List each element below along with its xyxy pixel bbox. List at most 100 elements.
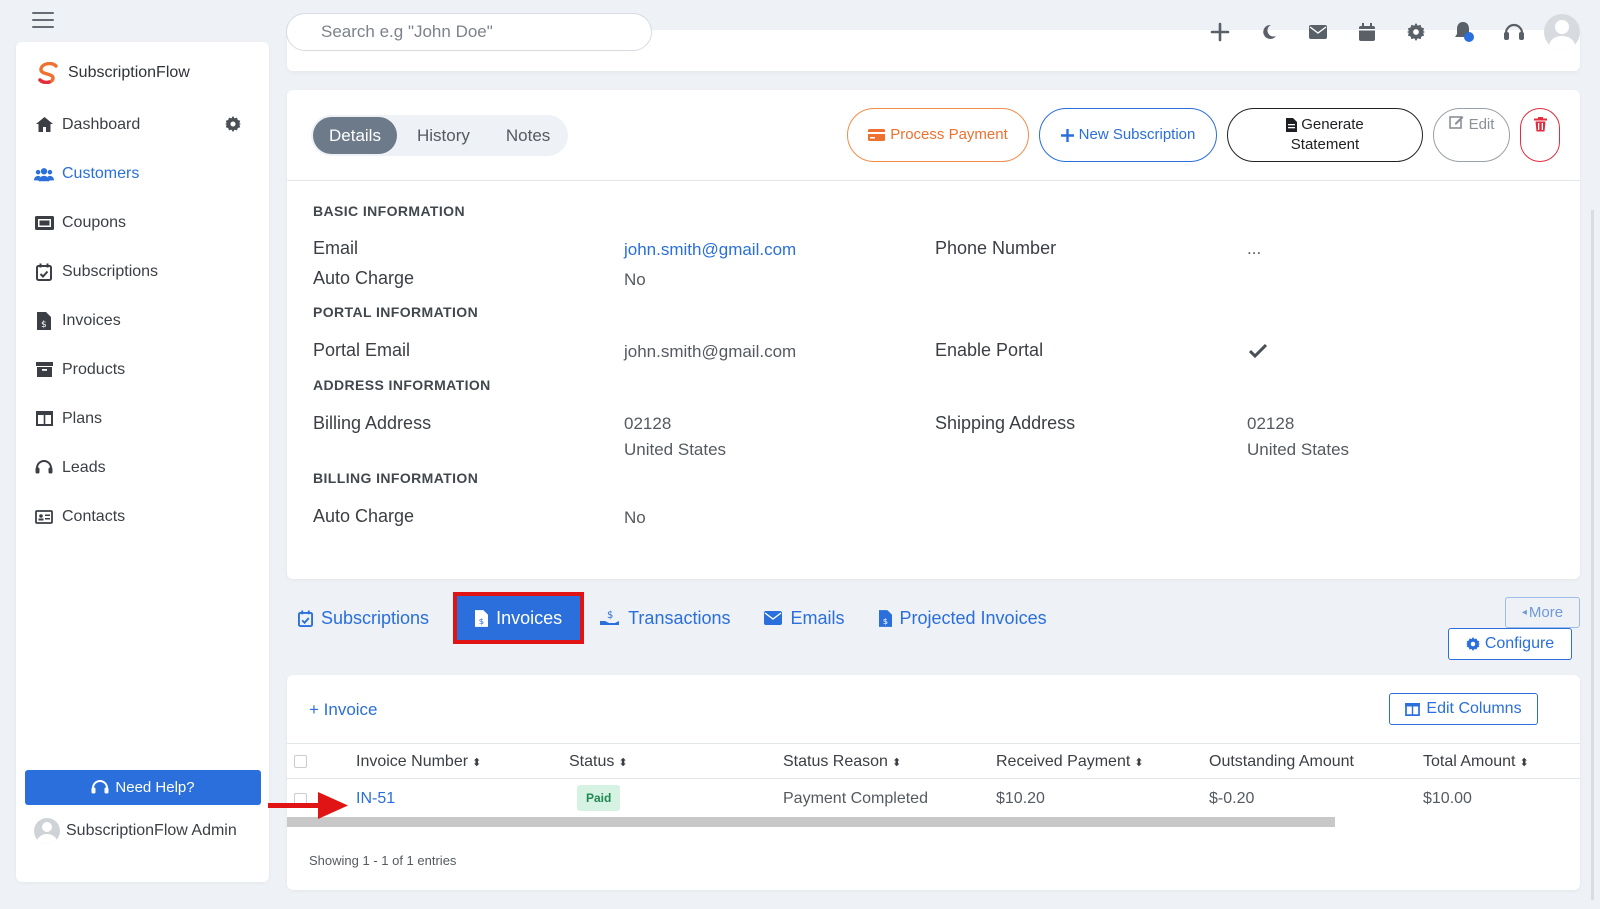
calendar-check-icon bbox=[298, 610, 313, 627]
select-all-checkbox[interactable] bbox=[294, 755, 307, 768]
sidebar-item-invoices[interactable]: $ Invoices bbox=[16, 296, 269, 345]
headset-icon bbox=[34, 458, 54, 478]
tab-label: Emails bbox=[790, 607, 845, 628]
svg-text:$: $ bbox=[41, 320, 47, 330]
section-title-billing: BILLING INFORMATION bbox=[313, 470, 479, 486]
column-received-payment[interactable]: Received Payment ⬍ bbox=[996, 753, 1144, 771]
sidebar-item-coupons[interactable]: Coupons bbox=[16, 198, 269, 247]
column-total-amount[interactable]: Total Amount ⬍ bbox=[1423, 753, 1529, 771]
more-label: More bbox=[1528, 604, 1564, 621]
billing-auto-charge-label: Auto Charge bbox=[313, 506, 415, 526]
sidebar: SubscriptionFlow Dashboard Customers Cou… bbox=[16, 42, 269, 882]
new-subscription-button[interactable]: New Subscription bbox=[1039, 108, 1217, 162]
delete-button[interactable] bbox=[1520, 108, 1560, 162]
calendar-check-icon bbox=[34, 262, 54, 282]
check-icon bbox=[1249, 344, 1267, 358]
admin-name: SubscriptionFlow Admin bbox=[66, 822, 237, 839]
tab-transactions[interactable]: $ Transactions bbox=[600, 592, 730, 644]
column-label: Outstanding Amount bbox=[1209, 753, 1354, 770]
columns-icon bbox=[1405, 702, 1421, 716]
received-payment-cell: $10.20 bbox=[996, 790, 1045, 807]
process-payment-button[interactable]: Process Payment bbox=[847, 108, 1029, 162]
generate-statement-button[interactable]: Generate Statement bbox=[1227, 108, 1423, 162]
divider bbox=[287, 180, 1580, 181]
users-icon bbox=[34, 164, 54, 184]
tab-details[interactable]: Details bbox=[313, 117, 397, 154]
document-icon bbox=[1286, 117, 1298, 132]
bell-icon[interactable] bbox=[1440, 10, 1489, 54]
sidebar-item-contacts[interactable]: Contacts bbox=[16, 492, 269, 541]
sidebar-item-label: Products bbox=[62, 360, 126, 378]
page-scrollbar[interactable] bbox=[1591, 210, 1594, 900]
edit-icon bbox=[1448, 116, 1464, 129]
sidebar-item-leads[interactable]: Leads bbox=[16, 443, 269, 492]
email-label: Email bbox=[313, 238, 359, 258]
column-label: Status bbox=[569, 753, 615, 770]
sort-icon: ⬍ bbox=[618, 756, 628, 769]
customer-actions: Process Payment New Subscription Generat… bbox=[847, 108, 1560, 162]
envelope-icon[interactable] bbox=[1293, 10, 1342, 54]
dashboard-settings-icon[interactable] bbox=[225, 116, 241, 137]
tab-emails[interactable]: Emails bbox=[764, 592, 845, 644]
chevron-left-icon: ◂ bbox=[1521, 607, 1527, 618]
outstanding-amount-cell: $-0.20 bbox=[1209, 790, 1255, 807]
configure-button[interactable]: Configure bbox=[1448, 628, 1572, 660]
shipping-address-label: Shipping Address bbox=[935, 413, 1076, 433]
column-outstanding-amount[interactable]: Outstanding Amount bbox=[1209, 753, 1354, 771]
sidebar-item-subscriptions[interactable]: Subscriptions bbox=[16, 247, 269, 296]
tab-projected-invoices[interactable]: $ Projected Invoices bbox=[878, 592, 1047, 644]
tab-subscriptions[interactable]: Subscriptions bbox=[298, 592, 429, 644]
auto-charge-value: No bbox=[624, 270, 646, 289]
status-reason-cell: Payment Completed bbox=[783, 790, 928, 807]
edit-columns-label: Edit Columns bbox=[1426, 700, 1522, 717]
sidebar-item-plans[interactable]: Plans bbox=[16, 394, 269, 443]
credit-card-icon bbox=[868, 129, 886, 141]
calendar-icon[interactable] bbox=[1342, 10, 1391, 54]
portal-email-value: john.smith@gmail.com bbox=[624, 342, 797, 361]
column-status[interactable]: Status ⬍ bbox=[569, 753, 628, 771]
plus-icon[interactable] bbox=[1195, 10, 1244, 54]
sidebar-item-customers[interactable]: Customers bbox=[16, 149, 269, 198]
hand-money-icon: $ bbox=[600, 610, 620, 625]
search-input[interactable] bbox=[286, 13, 652, 51]
svg-text:$: $ bbox=[882, 616, 887, 626]
column-invoice-number[interactable]: Invoice Number ⬍ bbox=[356, 753, 481, 771]
envelope-icon bbox=[764, 611, 783, 625]
svg-text:$: $ bbox=[607, 610, 613, 621]
headset-icon[interactable] bbox=[1489, 10, 1538, 54]
add-invoice-link[interactable]: + Invoice bbox=[309, 700, 378, 720]
sidebar-nav: Dashboard Customers Coupons Subscription… bbox=[16, 100, 269, 541]
admin-profile[interactable]: SubscriptionFlow Admin bbox=[34, 818, 237, 844]
tab-notes[interactable]: Notes bbox=[490, 117, 566, 154]
archive-icon bbox=[34, 360, 54, 380]
sidebar-item-products[interactable]: Products bbox=[16, 345, 269, 394]
columns-icon bbox=[34, 409, 54, 429]
user-avatar[interactable] bbox=[1544, 14, 1580, 50]
edit-columns-button[interactable]: Edit Columns bbox=[1389, 693, 1538, 725]
tab-invoices[interactable]: $ Invoices bbox=[453, 592, 585, 644]
tab-history[interactable]: History bbox=[401, 117, 486, 154]
email-value[interactable]: john.smith@gmail.com bbox=[624, 237, 796, 263]
column-status-reason[interactable]: Status Reason ⬍ bbox=[783, 753, 901, 771]
more-button[interactable]: ◂ More bbox=[1505, 597, 1580, 628]
invoice-icon: $ bbox=[878, 609, 892, 627]
edit-button[interactable]: Edit bbox=[1433, 108, 1510, 162]
invoice-number-link[interactable]: IN-51 bbox=[356, 790, 395, 808]
tab-label: Projected Invoices bbox=[899, 607, 1047, 628]
subscriptionflow-logo-icon bbox=[38, 62, 58, 84]
sidebar-item-dashboard[interactable]: Dashboard bbox=[16, 100, 269, 149]
section-title-basic: BASIC INFORMATION bbox=[313, 203, 465, 219]
sidebar-item-label: Leads bbox=[62, 458, 106, 476]
brand-logo[interactable]: SubscriptionFlow bbox=[36, 62, 190, 84]
gear-icon bbox=[1465, 637, 1480, 651]
process-payment-label: Process Payment bbox=[890, 125, 1008, 143]
avatar bbox=[34, 818, 60, 844]
menu-toggle-icon[interactable] bbox=[32, 12, 54, 28]
new-subscription-label: New Subscription bbox=[1078, 125, 1196, 143]
need-help-button[interactable]: Need Help? bbox=[25, 770, 261, 805]
gear-icon[interactable] bbox=[1391, 10, 1440, 54]
horizontal-scrollbar[interactable] bbox=[287, 817, 1335, 827]
auto-charge-label: Auto Charge bbox=[313, 268, 415, 288]
generate-label: Generate bbox=[1301, 115, 1364, 133]
moon-icon[interactable] bbox=[1244, 10, 1293, 54]
